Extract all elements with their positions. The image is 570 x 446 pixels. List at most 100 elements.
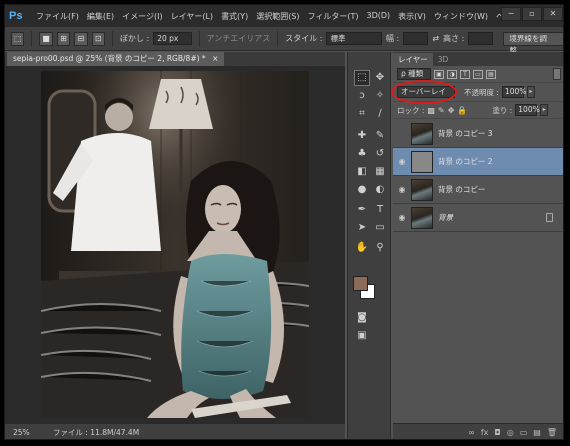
fill-dropdown-icon[interactable]: ▸: [540, 104, 549, 116]
type-icon[interactable]: T: [372, 202, 388, 218]
opacity-label: 不透明度 :: [464, 87, 499, 97]
layer-row[interactable]: ◉ 背景 のコピー 2: [393, 148, 563, 176]
link-layers-icon[interactable]: ∞: [468, 428, 475, 437]
layer-thumbnail: [411, 206, 433, 229]
adjustment-filter-icon[interactable]: ◑: [447, 69, 457, 79]
new-layer-icon[interactable]: ▤: [533, 428, 541, 437]
restore-button[interactable]: ▫: [522, 7, 542, 21]
menu-item[interactable]: イメージ(I): [118, 11, 166, 22]
blur-icon[interactable]: ●: [354, 182, 370, 198]
close-button[interactable]: ✕: [543, 7, 563, 21]
quick-mask-icon[interactable]: ◙: [354, 310, 370, 326]
lock-paint-icon[interactable]: ✎: [438, 106, 445, 115]
adjustment-layer-icon[interactable]: ◎: [507, 428, 514, 437]
filter-toggle[interactable]: [553, 68, 561, 80]
feather-input[interactable]: 20 px: [153, 32, 192, 45]
stamp-icon[interactable]: ♣: [354, 146, 370, 162]
foreground-color-swatch[interactable]: [353, 276, 368, 291]
new-selection-icon[interactable]: ■: [39, 31, 53, 46]
marquee-preset-icon[interactable]: ⬚: [11, 31, 25, 46]
style-select[interactable]: 標準: [326, 32, 382, 45]
antialias-checkbox[interactable]: アンチエイリアス: [207, 33, 271, 44]
opacity-dropdown-icon[interactable]: ▸: [526, 86, 535, 98]
tab-layers[interactable]: レイヤー: [393, 53, 433, 66]
fx-icon[interactable]: fx: [481, 428, 489, 437]
visibility-eye-icon[interactable]: ◉: [393, 185, 411, 194]
layer-row[interactable]: ◉ 背景 のコピー: [393, 176, 563, 204]
smart-object-filter-icon[interactable]: ▤: [486, 69, 496, 79]
visibility-eye-icon[interactable]: ◉: [393, 157, 411, 166]
dodge-icon[interactable]: ◐: [372, 182, 388, 198]
document-image[interactable]: [41, 71, 309, 418]
filter-kind-select[interactable]: ρ 種類: [397, 68, 431, 80]
tab-3d[interactable]: 3D: [433, 53, 454, 66]
move-icon[interactable]: ✥: [372, 70, 388, 86]
height-input[interactable]: [468, 32, 494, 45]
blend-mode-wrapper: オーバーレイ: [391, 80, 457, 104]
window-controls: − ▫ ✕: [501, 7, 563, 21]
menu-item[interactable]: ウィンドウ(W): [430, 11, 492, 22]
menu-item[interactable]: 書式(Y): [217, 11, 252, 22]
pixel-filter-icon[interactable]: ▣: [434, 69, 444, 79]
lock-all-icon[interactable]: 🔒: [457, 106, 467, 115]
minimize-button[interactable]: −: [501, 7, 521, 21]
healing-icon[interactable]: ✚: [354, 128, 370, 144]
layer-row[interactable]: ◉ 背景: [393, 204, 563, 232]
tab-close-icon[interactable]: ×: [212, 54, 218, 63]
swap-icon[interactable]: ⇄: [432, 34, 439, 43]
refine-edge-button[interactable]: 境界線を調整...: [503, 31, 563, 55]
layer-name[interactable]: 背景 のコピー 2: [438, 156, 493, 167]
gradient-icon[interactable]: ▦: [372, 164, 388, 180]
zoom-icon[interactable]: ⚲: [372, 240, 388, 256]
brush-icon[interactable]: ✎: [372, 128, 388, 144]
layer-name[interactable]: 背景: [438, 212, 453, 223]
menu-item[interactable]: 選択範囲(S): [252, 11, 303, 22]
eraser-icon[interactable]: ◧: [354, 164, 370, 180]
status-bar: 25% ファイル : 11.8M/47.4M: [5, 423, 345, 439]
feather-label: ぼかし :: [119, 34, 150, 43]
menu-item[interactable]: ファイル(F): [32, 11, 83, 22]
document-size-info[interactable]: ファイル : 11.8M/47.4M: [39, 427, 139, 438]
type-filter-icon[interactable]: T: [460, 69, 470, 79]
marquee-icon[interactable]: ⬚: [354, 70, 370, 86]
app-logo: Ps: [9, 10, 23, 22]
divider: [31, 30, 33, 47]
eyedropper-icon[interactable]: ∕: [372, 106, 388, 122]
layer-thumbnail: [411, 178, 433, 201]
shape-icon[interactable]: ▭: [372, 220, 388, 236]
lock-label: ロック :: [397, 105, 425, 115]
new-group-icon[interactable]: ▭: [520, 428, 528, 437]
opacity-input[interactable]: 100%: [501, 86, 526, 98]
fill-input[interactable]: 100%: [515, 104, 540, 116]
canvas-area[interactable]: [5, 66, 345, 423]
menu-item[interactable]: 表示(V): [394, 11, 430, 22]
screen-mode-icon[interactable]: ▣: [354, 328, 370, 344]
menu-item[interactable]: 編集(E): [83, 11, 118, 22]
layer-row[interactable]: 背景 のコピー 3: [393, 120, 563, 148]
hand-icon[interactable]: ✋: [354, 240, 370, 256]
intersect-selection-icon[interactable]: ⊡: [91, 31, 105, 46]
menu-item[interactable]: 3D(D): [363, 11, 395, 22]
document-tab[interactable]: sepia-pro00.psd @ 25% (背景 のコピー 2, RGB/8#…: [7, 52, 225, 66]
width-input[interactable]: [403, 32, 429, 45]
subtract-selection-icon[interactable]: ⊟: [74, 31, 88, 46]
path-select-icon[interactable]: ➤: [354, 220, 370, 236]
menu-item[interactable]: フィルター(T): [304, 11, 363, 22]
height-label: 高さ :: [443, 34, 465, 43]
layer-name[interactable]: 背景 のコピー 3: [438, 128, 493, 139]
delete-layer-icon[interactable]: 🗑: [547, 428, 557, 437]
add-selection-icon[interactable]: ⊞: [56, 31, 71, 46]
history-brush-icon[interactable]: ↺: [372, 146, 388, 162]
lock-transparent-icon[interactable]: ▩: [427, 106, 435, 115]
zoom-level[interactable]: 25%: [5, 428, 39, 437]
visibility-eye-icon[interactable]: ◉: [393, 213, 411, 222]
pen-icon[interactable]: ✒: [354, 202, 370, 218]
menu-item[interactable]: レイヤー(L): [167, 11, 217, 22]
lasso-icon[interactable]: ↄ: [354, 88, 370, 104]
crop-icon[interactable]: ⌗: [354, 106, 370, 122]
layer-name[interactable]: 背景 のコピー: [438, 184, 485, 195]
lock-move-icon[interactable]: ✥: [448, 106, 455, 115]
shape-filter-icon[interactable]: ▭: [473, 69, 483, 79]
add-mask-icon[interactable]: ◘: [494, 428, 500, 437]
magic-wand-icon[interactable]: ✧: [372, 88, 388, 104]
